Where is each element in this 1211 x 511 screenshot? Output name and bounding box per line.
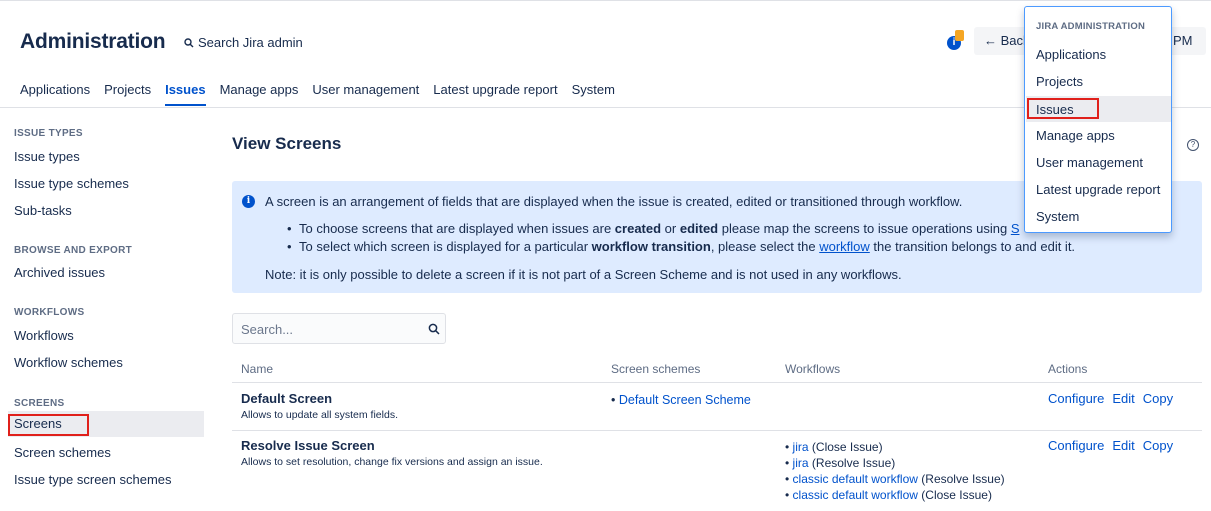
info-b2-post: the transition belongs to and edit it.	[869, 239, 1076, 254]
info-b1-text: To choose screens that are displayed whe…	[299, 221, 615, 236]
info-b1-created: created	[614, 221, 662, 236]
dropdown-item-user-management[interactable]: User management	[1036, 155, 1143, 170]
highlight-box-screens	[8, 414, 89, 436]
dropdown-heading: JIRA ADMINISTRATION	[1036, 21, 1146, 32]
column-header-screen-schemes: Screen schemes	[611, 362, 701, 376]
bullet-icon: •	[287, 221, 292, 236]
edit-link[interactable]: Edit	[1112, 391, 1134, 406]
bullet-icon: •	[287, 239, 292, 254]
workflow-item: • jira (Resolve Issue)	[785, 456, 896, 470]
column-header-workflows: Workflows	[785, 362, 841, 376]
tab-applications[interactable]: Applications	[20, 82, 90, 106]
time-display: PM	[1168, 27, 1206, 55]
info-b2-text: To select which screen is displayed for …	[299, 239, 592, 254]
copy-link[interactable]: Copy	[1143, 391, 1173, 406]
workflow-link-jira[interactable]: jira	[793, 456, 809, 470]
tab-user-management[interactable]: User management	[312, 82, 419, 106]
screen-schemes-link[interactable]: S	[1011, 221, 1020, 236]
sidebar-item-issue-types[interactable]: Issue types	[14, 149, 80, 164]
info-b2-mid: , please select the	[710, 239, 820, 254]
sidebar-heading-issue-types: ISSUE TYPES	[14, 128, 83, 139]
dropdown-item-projects[interactable]: Projects	[1036, 74, 1083, 89]
info-b1-edited: edited	[679, 221, 719, 236]
jira-administration-dropdown: JIRA ADMINISTRATION Applications Project…	[1024, 6, 1172, 233]
column-header-actions: Actions	[1048, 362, 1088, 376]
copy-link[interactable]: Copy	[1143, 438, 1173, 453]
workflow-link-classic[interactable]: classic default workflow	[793, 488, 918, 502]
screen-name-resolve-issue: Resolve Issue Screen	[241, 438, 375, 453]
edit-link[interactable]: Edit	[1112, 438, 1134, 453]
search-icon[interactable]	[428, 323, 440, 335]
workflow-list: • jira (Close Issue) • jira (Resolve Iss…	[785, 439, 1005, 503]
info-main-text: A screen is an arrangement of fields tha…	[265, 194, 963, 209]
notification-icon[interactable]: i	[947, 30, 965, 51]
screen-description-resolve-issue: Allows to set resolution, change fix ver…	[241, 456, 543, 468]
tab-system[interactable]: System	[572, 82, 615, 106]
dropdown-item-latest-upgrade-report[interactable]: Latest upgrade report	[1036, 182, 1160, 197]
sidebar-item-issue-type-schemes[interactable]: Issue type schemes	[14, 176, 129, 191]
workflow-transition: (Resolve Issue)	[921, 472, 1005, 486]
info-b2-bold: workflow transition	[591, 239, 711, 254]
screen-name-default: Default Screen	[241, 391, 333, 406]
sidebar-item-sub-tasks[interactable]: Sub-tasks	[14, 203, 72, 218]
column-header-name: Name	[241, 362, 274, 376]
tab-projects[interactable]: Projects	[104, 82, 151, 106]
workflow-transition: (Resolve Issue)	[811, 456, 896, 470]
dropdown-item-system[interactable]: System	[1036, 209, 1079, 224]
page-title: View Screens	[232, 134, 342, 153]
configure-link[interactable]: Configure	[1048, 391, 1104, 406]
search-icon	[184, 37, 194, 47]
workflow-item: • classic default workflow (Resolve Issu…	[785, 472, 1005, 486]
info-note: Note: it is only possible to delete a sc…	[265, 267, 902, 282]
bullet-icon: •	[611, 393, 619, 407]
sidebar-heading-browse-export: BROWSE AND EXPORT	[14, 245, 133, 256]
search-input[interactable]	[241, 320, 421, 338]
sidebar-item-screen-schemes[interactable]: Screen schemes	[14, 445, 111, 460]
sidebar: ISSUE TYPES Issue types Issue type schem…	[0, 108, 215, 511]
tab-manage-apps[interactable]: Manage apps	[220, 82, 299, 106]
page-app-title: Administration	[20, 30, 166, 53]
info-b1-post: please map the screens to issue operatio…	[718, 221, 1011, 236]
admin-nav-tabs: Applications Projects Issues Manage apps…	[20, 82, 629, 106]
search-jira-admin-label: Search Jira admin	[198, 35, 303, 50]
search-jira-admin[interactable]: Search Jira admin	[184, 35, 303, 50]
sidebar-item-archived-issues[interactable]: Archived issues	[14, 265, 105, 280]
screen-search-box[interactable]	[232, 313, 446, 344]
workflow-transition: (Close Issue)	[921, 488, 992, 502]
configure-link[interactable]: Configure	[1048, 438, 1104, 453]
table-header-divider	[232, 382, 1202, 383]
dropdown-item-manage-apps[interactable]: Manage apps	[1036, 128, 1115, 143]
default-screen-scheme-link[interactable]: Default Screen Scheme	[619, 393, 751, 407]
workflow-transition: (Close Issue)	[811, 440, 883, 454]
screen-description-default: Allows to update all system fields.	[241, 409, 398, 421]
notification-badge	[955, 30, 964, 41]
workflow-item: • classic default workflow (Close Issue)	[785, 488, 992, 502]
info-b1-or: or	[661, 221, 680, 236]
sidebar-item-issue-type-screen-schemes[interactable]: Issue type screen schemes	[14, 472, 172, 487]
screen-scheme-list: • Default Screen Scheme	[611, 392, 751, 408]
workflow-link[interactable]: workflow	[819, 239, 870, 254]
workflow-link-classic[interactable]: classic default workflow	[793, 472, 918, 486]
sidebar-heading-screens: SCREENS	[14, 398, 65, 409]
workflow-item: • jira (Close Issue)	[785, 440, 883, 454]
dropdown-item-applications[interactable]: Applications	[1036, 47, 1106, 62]
table-row-divider	[232, 430, 1202, 431]
row-actions-resolve-issue: Configure Edit Copy	[1048, 438, 1173, 453]
tab-issues[interactable]: Issues	[165, 82, 206, 106]
highlight-box-issues	[1027, 98, 1099, 119]
workflow-link-jira[interactable]: jira	[793, 440, 809, 454]
tab-latest-upgrade-report[interactable]: Latest upgrade report	[433, 82, 557, 106]
sidebar-heading-workflows: WORKFLOWS	[14, 307, 85, 318]
info-bullet-workflow: • To select which screen is displayed for…	[287, 239, 1075, 254]
sidebar-item-workflow-schemes[interactable]: Workflow schemes	[14, 355, 123, 370]
row-actions-default: Configure Edit Copy	[1048, 391, 1173, 406]
help-icon[interactable]: ?	[1187, 139, 1199, 151]
sidebar-item-workflows[interactable]: Workflows	[14, 328, 74, 343]
info-icon: i	[242, 195, 255, 208]
info-bullet-operations: • To choose screens that are displayed wh…	[287, 221, 1019, 236]
